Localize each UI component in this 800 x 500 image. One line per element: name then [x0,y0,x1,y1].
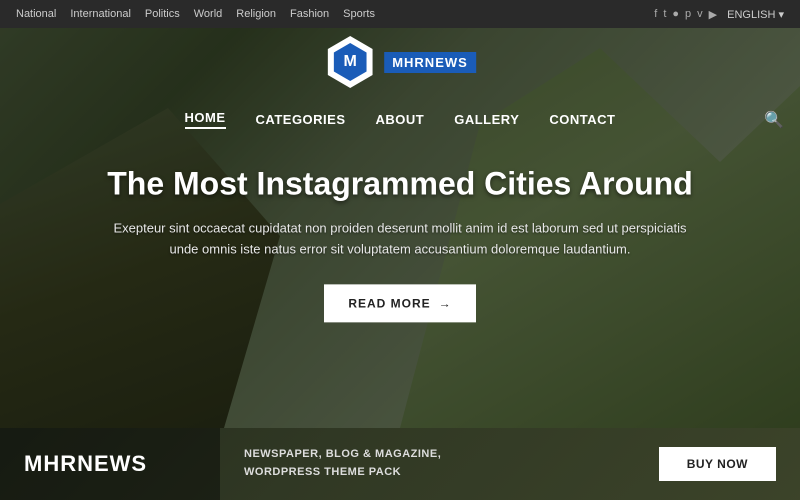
banner-logo-text: MHRNEWS [24,451,147,477]
pinterest-icon[interactable]: p [685,8,691,20]
hero-title: The Most Instagrammed Cities Around [100,165,700,202]
logo-hex: M [324,36,376,88]
nav-gallery[interactable]: GALLERY [454,112,519,127]
nav-religion[interactable]: Religion [236,8,276,20]
banner-description: NEWSPAPER, BLOG & MAGAZINE, WORDPRESS TH… [244,446,441,481]
hero-content: The Most Instagrammed Cities Around Exep… [100,165,700,322]
logo-hex-inner: M [331,43,369,81]
banner-logo-section: MHRNEWS [0,428,220,500]
hero-section: M MHRNEWS HOME CATEGORIES ABOUT GALLERY … [0,28,800,428]
logo-badge[interactable]: MHRNEWS [384,52,476,73]
nav-world[interactable]: World [194,8,223,20]
bottom-banner: MHRNEWS NEWSPAPER, BLOG & MAGAZINE, WORD… [0,428,800,500]
main-nav: HOME CATEGORIES ABOUT GALLERY CONTACT [0,100,800,139]
read-more-button[interactable]: READ MORE → [324,284,475,322]
top-bar-nav: National International Politics World Re… [16,8,375,20]
social-icons: f t ● p v ▶ [654,8,717,21]
nav-fashion[interactable]: Fashion [290,8,329,20]
top-bar-right: f t ● p v ▶ ENGLISH ▾ [654,8,784,21]
hero-description: Exepteur sint occaecat cupidatat non pro… [100,218,700,260]
nav-international[interactable]: International [70,8,131,20]
nav-categories[interactable]: CATEGORIES [256,112,346,127]
search-icon[interactable]: 🔍 [764,100,784,140]
vimeo-icon[interactable]: v [697,8,703,20]
buy-now-button[interactable]: BUY NOW [659,447,776,481]
banner-button-section: BUY NOW [635,428,800,500]
nav-national[interactable]: National [16,8,56,20]
nav-sports[interactable]: Sports [343,8,375,20]
twitter-icon[interactable]: t [663,8,666,20]
logo-letter: M [344,53,357,71]
language-selector[interactable]: ENGLISH ▾ [727,8,784,21]
youtube-icon[interactable]: ▶ [709,8,717,21]
nav-contact[interactable]: CONTACT [549,112,615,127]
logo-area: M MHRNEWS [324,36,476,88]
instagram-icon[interactable]: ● [672,8,679,20]
nav-politics[interactable]: Politics [145,8,180,20]
top-bar: National International Politics World Re… [0,0,800,28]
facebook-icon[interactable]: f [654,8,657,20]
nav-home[interactable]: HOME [185,110,226,129]
banner-description-section: NEWSPAPER, BLOG & MAGAZINE, WORDPRESS TH… [220,428,635,500]
nav-about[interactable]: ABOUT [376,112,425,127]
